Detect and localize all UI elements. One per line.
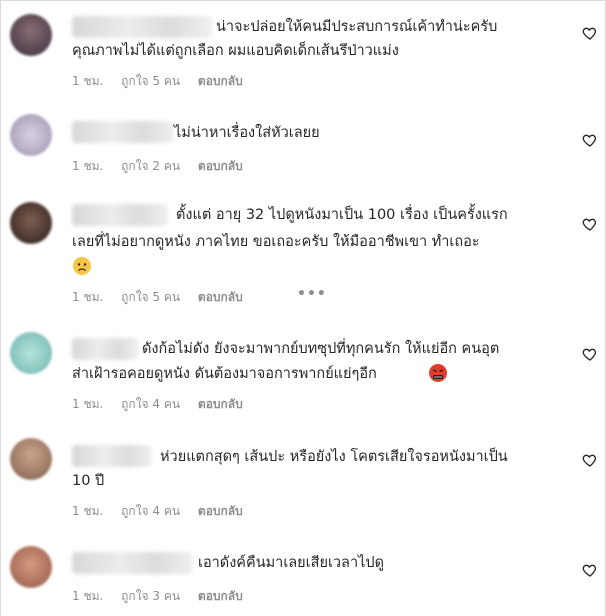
username[interactable] (72, 338, 138, 360)
avatar[interactable] (10, 14, 52, 56)
reply-button[interactable]: ตอบกลับ (198, 504, 243, 518)
comment-text: ดังก้อไม่ดัง ยังจะมาพากย์บทซุปที่ทุกคนรั… (142, 341, 500, 357)
heart-outline-icon[interactable] (582, 132, 598, 148)
avatar[interactable] (10, 114, 52, 156)
heart-outline-icon[interactable] (582, 346, 598, 362)
username[interactable] (72, 204, 168, 226)
comment-text: คุณภาพไม่ได้แต่ถูกเลือก ผมแอบคิดเด็กเส้น… (72, 43, 399, 59)
heart-outline-icon[interactable] (582, 452, 598, 468)
comment-meta: 1 ชม. ถูกใจ 5 คน ตอบกลับ (72, 288, 257, 307)
comment-meta: 1 ชม. ถูกใจ 4 คน ตอบกลับ (72, 395, 257, 414)
reply-button[interactable]: ตอบกลับ (198, 589, 243, 603)
reply-button[interactable]: ตอบกลับ (198, 74, 243, 88)
comment-text: ห่วยแตกสุดๆ เส้นปะ หรือยังไง โคตรเสียใจร… (160, 449, 508, 465)
username[interactable] (72, 16, 212, 38)
comment-time[interactable]: 1 ชม. (72, 397, 103, 411)
comment-text: ส่าเฝ้ารอคอยดูหนัง ดันต้องมาจอการพากย์แย… (72, 366, 377, 382)
comment-time[interactable]: 1 ชม. (72, 290, 103, 304)
comment-text: 10 ปี (72, 473, 105, 489)
like-count[interactable]: ถูกใจ 3 คน (121, 589, 180, 603)
heart-outline-icon[interactable] (582, 216, 598, 232)
like-count[interactable]: ถูกใจ 2 คน (121, 159, 180, 173)
comment-text: เลยที่ไม่อยากดูหนัง ภาคไทย ขอเถอะครับ ให… (72, 234, 480, 250)
comment-item: เอาดังค์คืนมาเลยเสียเวลาไปดู 1 ชม. ถูกใจ… (0, 530, 606, 616)
cursing-face-emoji-icon (428, 363, 448, 383)
comment-time[interactable]: 1 ชม. (72, 504, 103, 518)
comment-item: น่าจะปล่อยให้คนมีประสบการณ์เค้าทำน่ะครับ… (0, 0, 606, 100)
like-count[interactable]: ถูกใจ 5 คน (121, 74, 180, 88)
like-count[interactable]: ถูกใจ 4 คน (121, 397, 180, 411)
sad-face-emoji-icon (72, 256, 92, 276)
comment-item: ตั้งแต่ อายุ 32 ไปดูหนังมาเป็น 100 เรื่อ… (0, 200, 606, 318)
comment-meta: 1 ชม. ถูกใจ 3 คน ตอบกลับ (72, 587, 257, 606)
username[interactable] (72, 121, 174, 143)
comment-time[interactable]: 1 ชม. (72, 589, 103, 603)
comment-time[interactable]: 1 ชม. (72, 159, 103, 173)
comment-text: น่าจะปล่อยให้คนมีประสบการณ์เค้าทำน่ะครับ (216, 19, 498, 35)
comment-meta: 1 ชม. ถูกใจ 4 คน ตอบกลับ (72, 502, 257, 521)
comment-item: ดังก้อไม่ดัง ยังจะมาพากย์บทซุปที่ทุกคนรั… (0, 318, 606, 424)
heart-outline-icon[interactable] (582, 562, 598, 578)
reply-button[interactable]: ตอบกลับ (198, 290, 243, 304)
avatar[interactable] (10, 332, 52, 374)
like-count[interactable]: ถูกใจ 4 คน (121, 504, 180, 518)
comment-time[interactable]: 1 ชม. (72, 74, 103, 88)
more-options-icon[interactable]: ••• (297, 286, 327, 302)
avatar[interactable] (10, 438, 52, 480)
avatar[interactable] (10, 546, 52, 588)
username[interactable] (72, 552, 192, 574)
reply-button[interactable]: ตอบกลับ (198, 159, 243, 173)
comment-text: ไม่น่าหาเรื่องใส่หัวเลยย (174, 125, 320, 141)
like-count[interactable]: ถูกใจ 5 คน (121, 290, 180, 304)
avatar[interactable] (10, 202, 52, 244)
comment-meta: 1 ชม. ถูกใจ 2 คน ตอบกลับ (72, 157, 257, 176)
heart-outline-icon[interactable] (582, 25, 598, 41)
comment-item: ไม่น่าหาเรื่องใส่หัวเลยย 1 ชม. ถูกใจ 2 ค… (0, 100, 606, 200)
comment-text: ตั้งแต่ อายุ 32 ไปดูหนังมาเป็น 100 เรื่อ… (176, 207, 508, 223)
comment-item: ห่วยแตกสุดๆ เส้นปะ หรือยังไง โคตรเสียใจร… (0, 424, 606, 530)
username[interactable] (72, 445, 152, 467)
comment-meta: 1 ชม. ถูกใจ 5 คน ตอบกลับ (72, 72, 257, 91)
comment-text: เอาดังค์คืนมาเลยเสียเวลาไปดู (198, 555, 384, 571)
reply-button[interactable]: ตอบกลับ (198, 397, 243, 411)
